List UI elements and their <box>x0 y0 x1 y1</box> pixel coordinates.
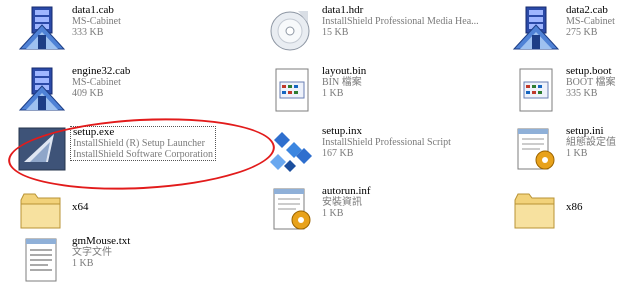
file-type: BIN 檔案 <box>322 77 362 88</box>
file-type: InstallShield Professional Script <box>322 137 451 148</box>
file-item-data1-cab[interactable]: data1.cab MS-Cabinet 333 KB <box>18 5 218 63</box>
file-size: 1 KB <box>72 258 94 269</box>
file-details: data2.cab MS-Cabinet 275 KB <box>566 4 615 39</box>
file-type: InstallShield Professional Media Hea... <box>322 16 479 27</box>
file-details: setup.ini 組態設定值 1 KB <box>566 125 616 160</box>
file-type: MS-Cabinet <box>72 16 121 27</box>
file-size: 1 KB <box>566 148 588 159</box>
file-details: data1.hdr InstallShield Professional Med… <box>322 4 479 39</box>
file-item-autorun-inf[interactable]: autorun.inf 安裝資訊 1 KB <box>268 186 468 244</box>
cabinet-icon <box>18 6 66 50</box>
file-details: x86 <box>566 202 583 213</box>
file-type: MS-Cabinet <box>72 77 121 88</box>
folder-icon <box>514 193 555 229</box>
file-name: gmMouse.txt <box>72 235 131 247</box>
file-item-engine32-cab[interactable]: engine32.cab MS-Cabinet 409 KB <box>18 66 218 124</box>
file-size: 1 KB <box>322 88 344 99</box>
config-icon <box>273 188 311 230</box>
file-item-setup-ini[interactable]: setup.ini 組態設定值 1 KB <box>512 126 627 184</box>
bin-icon <box>519 68 553 112</box>
file-item-data2-cab[interactable]: data2.cab MS-Cabinet 275 KB <box>512 5 627 63</box>
file-size: 333 KB <box>72 27 104 38</box>
file-size: 1 KB <box>322 208 344 219</box>
file-size: 335 KB <box>566 88 598 99</box>
file-type: InstallShield (R) Setup Launcher <box>73 138 205 149</box>
file-details: setup.exe InstallShield (R) Setup Launch… <box>70 126 216 161</box>
cd-icon <box>270 11 310 51</box>
folder-icon <box>20 193 61 229</box>
file-size: 409 KB <box>72 88 104 99</box>
file-type: BOOT 檔案 <box>566 77 616 88</box>
bin-icon <box>275 68 309 112</box>
cabinet-icon <box>18 67 66 111</box>
file-details: engine32.cab MS-Cabinet 409 KB <box>72 65 131 100</box>
file-details: autorun.inf 安裝資訊 1 KB <box>322 185 371 220</box>
file-item-setup-boot[interactable]: setup.boot BOOT 檔案 335 KB <box>512 66 627 124</box>
file-name: setup.exe <box>73 126 115 138</box>
file-type: 安裝資訊 <box>322 197 362 208</box>
file-item-setup-inx[interactable]: setup.inx InstallShield Professional Scr… <box>268 126 488 184</box>
file-type: 組態設定值 <box>566 137 616 148</box>
file-details: data1.cab MS-Cabinet 333 KB <box>72 4 121 39</box>
file-details: setup.inx InstallShield Professional Scr… <box>322 125 451 160</box>
folder-name: x86 <box>566 201 583 213</box>
file-size: 167 KB <box>322 148 354 159</box>
file-item-data1-hdr[interactable]: data1.hdr InstallShield Professional Med… <box>268 5 518 63</box>
file-details: gmMouse.txt 文字文件 1 KB <box>72 235 131 270</box>
file-name: layout.bin <box>322 65 367 77</box>
file-details: layout.bin BIN 檔案 1 KB <box>322 65 367 100</box>
file-item-layout-bin[interactable]: layout.bin BIN 檔案 1 KB <box>268 66 468 124</box>
script-icon <box>270 132 312 172</box>
text-file-icon <box>25 238 57 282</box>
file-name: data1.cab <box>72 4 114 16</box>
file-item-setup-exe[interactable]: setup.exe InstallShield (R) Setup Launch… <box>18 126 248 184</box>
file-name: setup.boot <box>566 65 612 77</box>
folder-name: x64 <box>72 201 89 213</box>
folder-item-x86[interactable]: x86 <box>512 186 627 244</box>
file-size: 275 KB <box>566 27 598 38</box>
file-item-gmmouse-txt[interactable]: gmMouse.txt 文字文件 1 KB <box>18 236 198 294</box>
file-size: 15 KB <box>322 27 349 38</box>
file-name: autorun.inf <box>322 185 371 197</box>
file-type: 文字文件 <box>72 247 112 258</box>
file-name: data2.cab <box>566 4 608 16</box>
file-company: InstallShield Software Corporation <box>73 149 213 160</box>
file-name: engine32.cab <box>72 65 131 77</box>
config-icon <box>517 128 555 170</box>
file-name: setup.inx <box>322 125 363 137</box>
file-name: data1.hdr <box>322 4 364 16</box>
setup-exe-icon <box>18 127 66 171</box>
file-name: setup.ini <box>566 125 604 137</box>
file-details: setup.boot BOOT 檔案 335 KB <box>566 65 616 100</box>
file-type: MS-Cabinet <box>566 16 615 27</box>
cabinet-icon <box>512 6 560 50</box>
file-details: x64 <box>72 202 89 213</box>
